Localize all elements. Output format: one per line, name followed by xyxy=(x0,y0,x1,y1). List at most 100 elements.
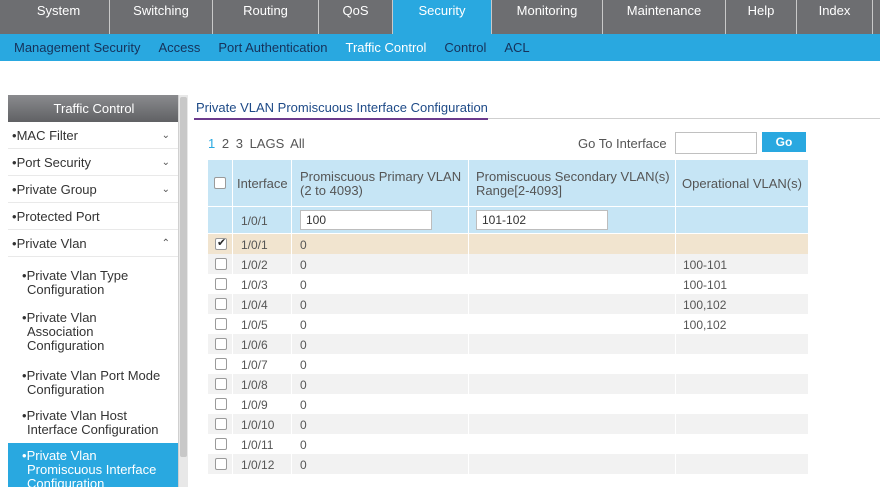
row-interface: 1/0/2 xyxy=(241,258,268,272)
row-checkbox[interactable] xyxy=(215,378,227,390)
row-checkbox[interactable] xyxy=(215,298,227,310)
row-operational-vlans: 100,102 xyxy=(683,298,727,312)
sidebar: Traffic Control •MAC Filter ⌄ •Port Secu… xyxy=(8,95,180,487)
sidebar-header: Traffic Control xyxy=(8,95,180,122)
tab-qos[interactable]: QoS xyxy=(319,0,393,34)
title-divider xyxy=(488,118,880,119)
column-divider xyxy=(291,160,292,487)
page-link-1[interactable]: 1 xyxy=(208,136,215,151)
row-interface: 1/0/4 xyxy=(241,298,268,312)
sidebar-item-private-vlan[interactable]: •Private Vlan ⌃ xyxy=(8,230,180,257)
subnav-acl[interactable]: ACL xyxy=(504,40,529,55)
goto-interface-label: Go To Interface xyxy=(578,136,667,151)
subitem-line: Private Vlan xyxy=(26,448,97,463)
sidebar-item-label: Port Security xyxy=(16,155,91,170)
subitem-line: Private Vlan Type xyxy=(26,268,129,283)
table-row[interactable] xyxy=(208,354,808,374)
tab-routing[interactable]: Routing xyxy=(213,0,319,34)
subitem-line: Private Vlan Port Mode xyxy=(26,368,161,383)
subitem-line: Private Vlan Host xyxy=(26,408,127,423)
table-row[interactable] xyxy=(208,334,808,354)
table-row[interactable] xyxy=(208,234,808,254)
sidebar-subitem-port-mode-config[interactable]: •Private Vlan Port Mode Configuration xyxy=(8,359,180,401)
row-checkbox[interactable] xyxy=(215,338,227,350)
sidebar-scrollbar[interactable] xyxy=(178,95,188,487)
sidebar-subitem-promiscuous-config[interactable]: •Private Vlan Promiscuous Interface Conf… xyxy=(8,443,180,487)
tab-monitoring[interactable]: Monitoring xyxy=(492,0,603,34)
header-select-all-cell xyxy=(208,160,232,206)
row-primary-vlan: 0 xyxy=(300,338,307,352)
chevron-down-icon[interactable]: ⌄ xyxy=(162,149,170,176)
row-operational-vlans: 100-101 xyxy=(683,278,728,292)
goto-interface-input[interactable] xyxy=(675,132,757,154)
table-row[interactable] xyxy=(208,394,808,414)
page-link-lags[interactable]: LAGS xyxy=(250,136,285,151)
subitem-line: Configuration xyxy=(27,338,105,353)
subnav-control[interactable]: Control xyxy=(444,40,486,55)
row-checkbox[interactable] xyxy=(215,258,227,270)
tab-security[interactable]: Security xyxy=(393,0,492,34)
row-interface: 1/0/3 xyxy=(241,278,268,292)
row-checkbox[interactable] xyxy=(215,318,227,330)
subnav-access[interactable]: Access xyxy=(158,40,200,55)
page-title: Private VLAN Promiscuous Interface Confi… xyxy=(196,100,488,115)
row-checkbox[interactable] xyxy=(215,236,227,250)
sidebar-subitem-association-config[interactable]: •Private Vlan Association Configuration xyxy=(8,303,180,359)
page-link-all[interactable]: All xyxy=(290,136,304,151)
subnav-port-authentication[interactable]: Port Authentication xyxy=(218,40,327,55)
row-checkbox[interactable] xyxy=(215,458,227,470)
sidebar-subitem-type-config[interactable]: •Private Vlan Type Configuration xyxy=(8,257,180,303)
row-checkbox[interactable] xyxy=(215,438,227,450)
sidebar-item-label: Private Vlan xyxy=(16,236,87,251)
column-divider xyxy=(468,160,469,487)
row-checkbox[interactable] xyxy=(215,358,227,370)
table-row[interactable] xyxy=(208,374,808,394)
header-text: Operational VLAN(s) xyxy=(682,176,802,191)
subnav-traffic-control[interactable]: Traffic Control xyxy=(346,40,427,55)
select-all-checkbox[interactable] xyxy=(214,177,226,189)
page-link-2[interactable]: 2 xyxy=(222,136,229,151)
sidebar-item-port-security[interactable]: •Port Security ⌄ xyxy=(8,149,180,176)
row-interface: 1/0/12 xyxy=(241,458,275,472)
subitem-line: Private Vlan xyxy=(26,310,97,325)
sidebar-subitem-host-interface-config[interactable]: •Private Vlan Host Interface Configurati… xyxy=(8,401,180,443)
row-checkbox[interactable] xyxy=(215,418,227,430)
row-operational-vlans: 100-101 xyxy=(683,258,728,272)
tab-maintenance[interactable]: Maintenance xyxy=(603,0,726,34)
tab-index[interactable]: Index xyxy=(797,0,873,34)
header-interface: Interface xyxy=(233,160,291,206)
sidebar-item-mac-filter[interactable]: •MAC Filter ⌄ xyxy=(8,122,180,149)
table-row[interactable] xyxy=(208,434,808,454)
header-text: Interface xyxy=(237,176,288,191)
secondary-vlans-input[interactable] xyxy=(476,210,608,230)
sidebar-item-label: Protected Port xyxy=(16,209,100,224)
chevron-down-icon[interactable]: ⌄ xyxy=(162,122,170,149)
chevron-down-icon[interactable]: ⌄ xyxy=(162,176,170,203)
top-nav: System Switching Routing QoS Security Mo… xyxy=(0,0,880,34)
chevron-up-icon[interactable]: ⌃ xyxy=(162,230,170,257)
tab-system[interactable]: System xyxy=(8,0,110,34)
column-divider xyxy=(675,160,676,487)
header-secondary-vlans: Promiscuous Secondary VLAN(s) Range[2-40… xyxy=(469,160,675,206)
row-interface: 1/0/1 xyxy=(241,238,268,252)
row-primary-vlan: 0 xyxy=(300,438,307,452)
row-checkbox[interactable] xyxy=(215,278,227,290)
tab-help[interactable]: Help xyxy=(726,0,797,34)
subnav-management-security[interactable]: Management Security xyxy=(14,40,140,55)
sidebar-item-private-group[interactable]: •Private Group ⌄ xyxy=(8,176,180,203)
table-row[interactable] xyxy=(208,414,808,434)
row-checkbox[interactable] xyxy=(215,398,227,410)
sidebar-item-protected-port[interactable]: •Protected Port xyxy=(8,203,180,230)
row-primary-vlan: 0 xyxy=(300,398,307,412)
subitem-line: Configuration xyxy=(27,476,105,487)
row-primary-vlan: 0 xyxy=(300,278,307,292)
tab-switching[interactable]: Switching xyxy=(110,0,213,34)
go-button[interactable]: Go xyxy=(762,132,806,152)
header-text: Promiscuous Primary VLAN xyxy=(300,169,462,184)
primary-vlan-input[interactable] xyxy=(300,210,432,230)
row-interface: 1/0/8 xyxy=(241,378,268,392)
scrollbar-thumb[interactable] xyxy=(180,97,187,457)
pager: 1 2 3 LAGS All xyxy=(208,136,308,151)
table-row[interactable] xyxy=(208,454,808,474)
page-link-3[interactable]: 3 xyxy=(236,136,243,151)
